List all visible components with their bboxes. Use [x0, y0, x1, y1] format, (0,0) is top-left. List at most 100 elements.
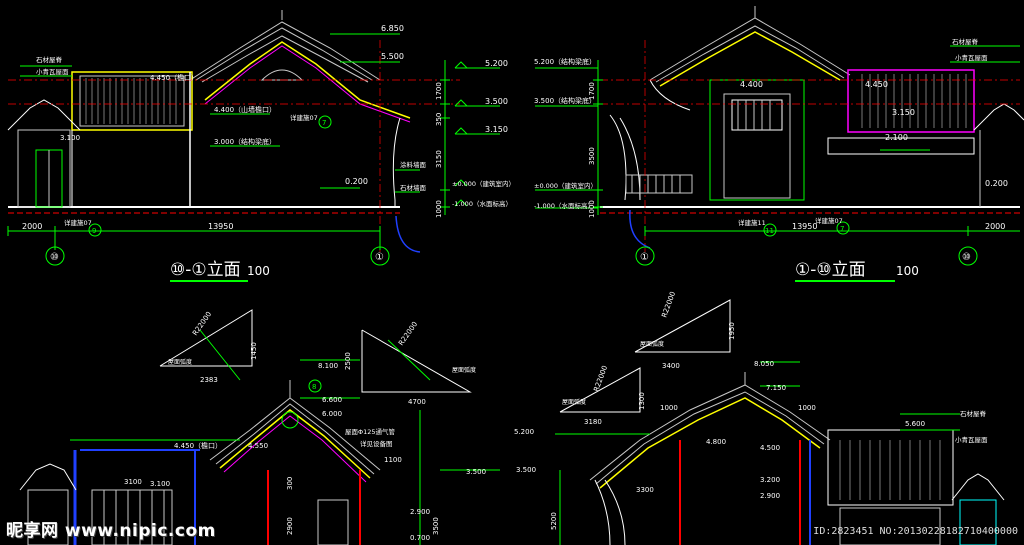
left-note-detail07b: 详建施07 [64, 218, 92, 227]
bl-note-roof-curve-b: 屋面弧度 [452, 366, 476, 374]
right-elev-3500: 3.500（结构梁底） [534, 96, 596, 105]
left-note-stone: 石材墙面 [400, 183, 427, 192]
axis-label-1-right: ① [640, 252, 649, 263]
axis-label-10-right: ⑩ [962, 252, 971, 263]
bl-note-roof-curve-a: 屋面弧度 [168, 358, 192, 366]
br-note-tile: 小青瓦屋面 [955, 435, 988, 444]
left-elev-3150: 3.150 [485, 125, 508, 134]
br-dim-r22000-b: R22000 [592, 364, 609, 392]
bottom-right-section [555, 299, 1005, 545]
br-note-roof-curve-b: 屋面弧度 [562, 398, 586, 406]
right-elev-0200: 0.200 [985, 179, 1008, 188]
br-elev-3200: 3.200 [760, 476, 780, 484]
right-elev-4450: 4.450 [865, 80, 888, 89]
right-elev-minus1000: -1.000（水面标高） [534, 201, 594, 210]
bl-note-2-900: 2.900 [410, 508, 430, 516]
bl-elev-8100: 8.100 [318, 362, 338, 370]
left-note-detail07a: 详建施07 [290, 113, 318, 122]
right-note-tile: 小青瓦屋面 [955, 53, 988, 62]
left-detail-mark-9: 9 [92, 227, 96, 235]
left-elevation-title: ⑩-①立面 [170, 260, 241, 280]
left-note-paint: 涂料墙面 [400, 160, 427, 169]
right-dim-3500: 3500 [588, 147, 596, 165]
bl-note-1100: 1100 [384, 456, 402, 464]
br-dim-r22000-a: R22000 [660, 290, 677, 318]
bl-note-vent: 屋面Φ125通气管 [345, 427, 396, 436]
bl-dim-1450: 1450 [250, 342, 258, 360]
bl-elev-6600: 6.600 [322, 396, 342, 404]
bl-dim-r22000-b: R22000 [397, 320, 419, 347]
right-note-detail07: 详建施07 [815, 216, 843, 225]
br-dim-3180: 3180 [584, 418, 602, 426]
right-elev-4400: 4.400 [740, 80, 763, 89]
br-note-roof-curve-a: 屋面弧度 [640, 340, 664, 348]
left-elevation-scale: 100 [247, 264, 270, 278]
left-elev-5500: 5.500 [381, 52, 404, 61]
right-detail-mark-11: 11 [765, 227, 774, 235]
left-note-4450: 4.450（檐口） [150, 73, 198, 82]
bl-note-3500: 3500 [432, 517, 440, 535]
br-dim-1950: 1950 [728, 322, 736, 340]
br-elev-5200: 5.200 [514, 428, 534, 436]
br-dim-1300: 1300 [638, 392, 646, 410]
left-elev-0200: 0.200 [345, 177, 368, 186]
left-elev-minus1000: -1.000（水面标高） [452, 199, 512, 208]
left-note-3000: 3.000（结构梁底） [214, 137, 276, 146]
bl-elev-6000: 6.000 [322, 410, 342, 418]
drawing-canvas: 6.850 5.500 5.200 3.500 3.150 0.200 ±0.0… [7, 6, 1024, 545]
right-dim-1700: 1700 [588, 82, 596, 100]
right-dim-1000: 1000 [588, 200, 596, 218]
bl-dim-3100: 3100 [124, 478, 142, 486]
left-dim-350: 350 [435, 113, 443, 126]
right-note-detail11: 详建施11 [738, 218, 766, 227]
left-small-gate [7, 99, 81, 208]
left-note-3100: 3.100 [60, 134, 80, 142]
left-dim-13950: 13950 [208, 222, 233, 231]
bl-note-3100: 3.100 [150, 480, 170, 488]
right-dim-2000: 2000 [985, 222, 1005, 231]
bl-note-equip: 详见设备图 [360, 439, 393, 448]
left-note-4400: 4.400（山墙檐口） [214, 105, 276, 114]
right-elevation [535, 6, 1024, 282]
right-elev-000: ±0.000（建筑室内） [534, 181, 597, 190]
bl-dim-4700: 4700 [408, 398, 426, 406]
br-elev-4800: 4.800 [706, 438, 726, 446]
bl-note-0700: 0.700 [410, 534, 430, 542]
left-dim-1000: 1000 [435, 200, 443, 218]
left-note-ridge: 石材屋脊 [36, 55, 63, 64]
right-elevation-scale: 100 [896, 264, 919, 278]
br-dim-5200: 5200 [550, 512, 558, 530]
left-elev-6850: 6.850 [381, 24, 404, 33]
left-wall-hatch [85, 78, 177, 124]
cad-drawing-sheet: 6.850 5.500 5.200 3.500 3.150 0.200 ±0.0… [0, 0, 1024, 545]
br-elev-3500: 3.500 [516, 466, 536, 474]
br-elev-7150: 7.150 [766, 384, 786, 392]
br-dim-1000-b: 1000 [798, 404, 816, 412]
axis-label-10-left: ⑩ [50, 252, 59, 263]
bl-dim-2383: 2383 [200, 376, 218, 384]
left-elev-5200: 5.200 [485, 59, 508, 68]
right-elev-2100: 2.100 [885, 133, 908, 142]
watermark-id: ID:2823451 NO:20130228182710400000 [813, 526, 1018, 537]
left-dim-1700: 1700 [435, 82, 443, 100]
right-dim-13950: 13950 [792, 222, 817, 231]
bl-note-300: 300 [286, 477, 294, 490]
right-elev-3150: 3.150 [892, 108, 915, 117]
br-note-ridge: 石材屋脊 [960, 409, 987, 418]
left-elev-3500: 3.500 [485, 97, 508, 106]
bl-dim-2500: 2500 [344, 352, 352, 370]
left-dim-3150: 3150 [435, 150, 443, 168]
br-dim-3400: 3400 [662, 362, 680, 370]
left-note-tile: 小青瓦屋面 [36, 67, 69, 76]
bl-elev-4450: 4.450（檐口） [174, 441, 222, 450]
bl-elev-4550: 4.550 [248, 442, 268, 450]
br-elev-2900: 2.900 [760, 492, 780, 500]
left-main-roof [189, 21, 381, 83]
br-dim-3300: 3300 [636, 486, 654, 494]
watermark-logo: 昵享网 www.nipic.com [6, 521, 216, 541]
br-elev-8050: 8.050 [754, 360, 774, 368]
bl-elev-3500: 3.500 [466, 468, 486, 476]
br-elev-5600: 5.600 [905, 420, 925, 428]
right-elev-5200: 5.200（结构梁底） [534, 57, 596, 66]
right-elevation-title: ①-⑩立面 [795, 260, 866, 280]
